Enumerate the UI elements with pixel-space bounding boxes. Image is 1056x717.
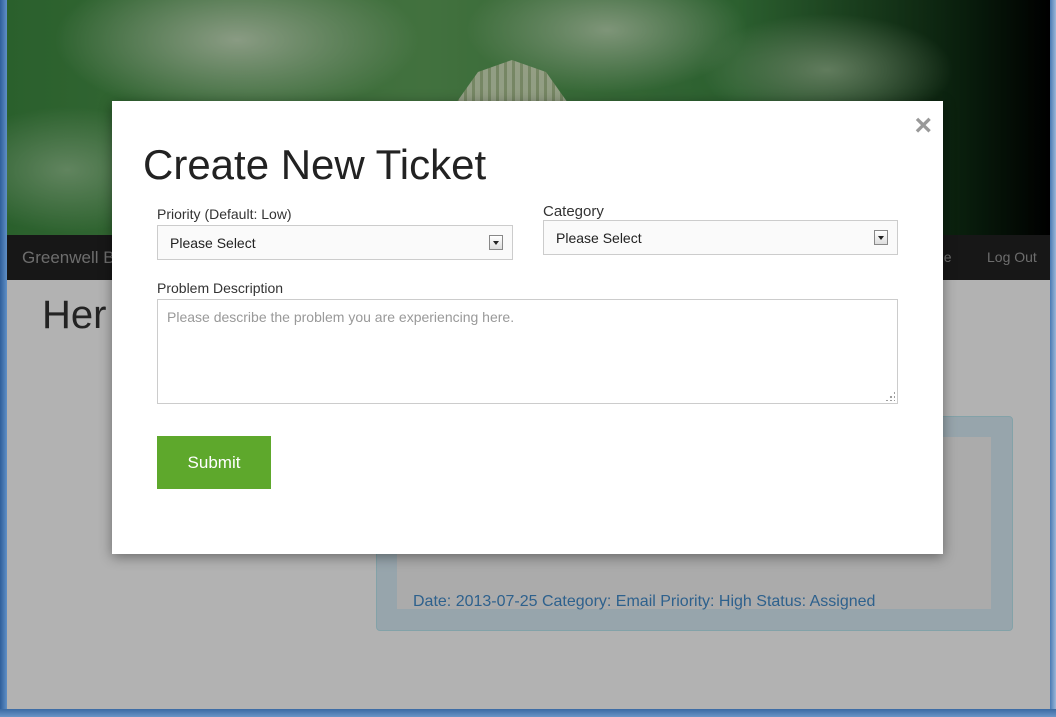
chevron-down-icon xyxy=(489,235,503,250)
page: Greenwell B ne Log Out Her Date: 2013-07… xyxy=(7,0,1050,709)
priority-select[interactable]: Please Select xyxy=(157,225,513,260)
window-frame: Greenwell B ne Log Out Her Date: 2013-07… xyxy=(0,0,1056,717)
window-bottom-border xyxy=(0,709,1056,717)
category-select[interactable]: Please Select xyxy=(543,220,898,255)
create-ticket-modal: × Create New Ticket Priority (Default: L… xyxy=(112,101,943,554)
description-placeholder: Please describe the problem you are expe… xyxy=(167,309,515,325)
category-label: Category xyxy=(543,203,604,220)
priority-label: Priority (Default: Low) xyxy=(157,206,292,222)
window-right-border xyxy=(1050,0,1056,717)
resize-handle-icon[interactable] xyxy=(885,391,895,401)
category-select-value: Please Select xyxy=(556,230,642,246)
submit-button[interactable]: Submit xyxy=(157,436,271,489)
problem-description-textarea[interactable]: Please describe the problem you are expe… xyxy=(157,299,898,404)
description-label: Problem Description xyxy=(157,280,284,296)
window-left-border xyxy=(0,0,7,717)
priority-select-value: Please Select xyxy=(170,235,256,251)
close-icon[interactable]: × xyxy=(914,111,932,141)
chevron-down-icon xyxy=(874,230,888,245)
modal-title: Create New Ticket xyxy=(143,141,487,188)
